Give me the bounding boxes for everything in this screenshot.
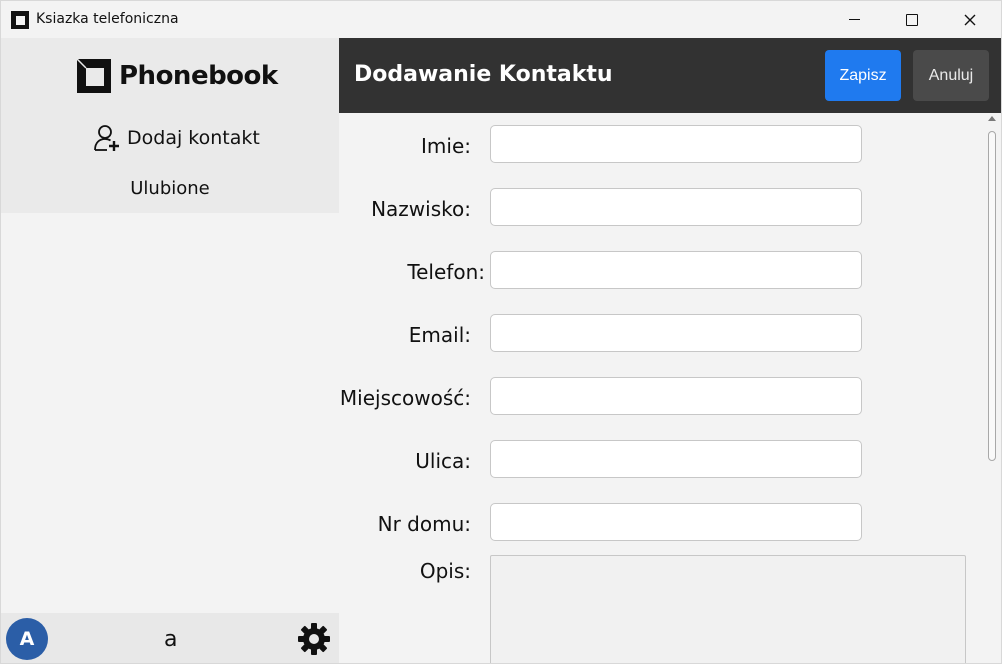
city-field[interactable] (490, 377, 862, 415)
favorites-nav[interactable]: Ulubione (1, 178, 339, 199)
add-user-icon (94, 125, 119, 151)
first-name-field[interactable] (490, 125, 862, 163)
app-icon (11, 11, 29, 29)
app-logo: Phonebook (77, 59, 278, 93)
street-label: Ulica: (415, 449, 471, 473)
window-title: Ksiazka telefoniczna (36, 11, 179, 27)
maximize-button[interactable] (889, 1, 935, 38)
page-title: Dodawanie Kontaktu (354, 62, 613, 87)
maximize-icon (906, 13, 918, 26)
minimize-icon (848, 19, 860, 20)
first-name-label: Imie: (421, 134, 471, 158)
email-field[interactable] (490, 314, 862, 352)
add-contact-label: Dodaj kontakt (127, 127, 260, 149)
description-label: Opis: (419, 559, 471, 583)
avatar[interactable]: A (6, 618, 48, 660)
sidebar-nav: Phonebook Dodaj kontakt Ulubione (1, 38, 339, 213)
phone-field[interactable] (490, 251, 862, 289)
house-number-field[interactable] (490, 503, 862, 541)
scroll-up-icon[interactable] (988, 116, 996, 121)
gear-icon[interactable] (297, 622, 331, 656)
add-contact-nav[interactable]: Dodaj kontakt (93, 124, 260, 152)
close-button[interactable] (947, 1, 993, 38)
sidebar: Phonebook Dodaj kontakt Ulubione A a (1, 38, 339, 663)
minimize-button[interactable] (831, 1, 877, 38)
house-number-label: Nr domu: (377, 512, 471, 536)
street-field[interactable] (490, 440, 862, 478)
last-name-field[interactable] (490, 188, 862, 226)
title-bar[interactable]: Ksiazka telefoniczna (1, 1, 1001, 38)
app-window: Ksiazka telefoniczna Phonebook Dodaj kon… (0, 0, 1002, 664)
close-icon (964, 14, 976, 25)
user-name: a (164, 627, 178, 652)
save-button[interactable]: Zapisz (825, 50, 901, 101)
form-scrollbar[interactable] (983, 113, 1001, 663)
logo-icon (77, 59, 111, 93)
page-header: Dodawanie Kontaktu Zapisz Anuluj (339, 38, 1001, 113)
cancel-button[interactable]: Anuluj (913, 50, 989, 101)
last-name-label: Nazwisko: (371, 197, 471, 221)
city-label: Miejscowość: (339, 386, 471, 410)
scroll-thumb[interactable] (988, 131, 996, 461)
user-bar: A a (1, 613, 339, 663)
phone-label: Telefon: (407, 260, 485, 284)
description-field[interactable] (490, 555, 966, 663)
contact-form: Imie: Nazwisko: Telefon: Email: Miejscow… (339, 113, 983, 663)
logo-text: Phonebook (119, 61, 278, 91)
email-label: Email: (408, 323, 471, 347)
